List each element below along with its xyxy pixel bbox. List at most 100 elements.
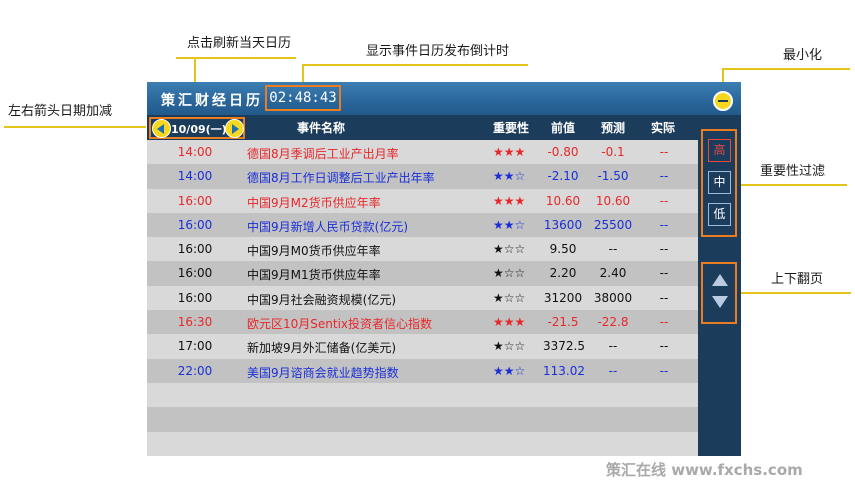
annotation-minimize: 最小化	[783, 48, 823, 63]
arrow-left-icon	[157, 124, 164, 134]
event-actual: --	[659, 315, 669, 330]
event-previous: 2.20	[549, 266, 577, 281]
annotation-click-refresh: 点击刷新当天日历	[187, 36, 292, 51]
event-actual: --	[659, 242, 669, 257]
table-header: 10/09(一) 事件名称 重要性 前值 预测 实际	[147, 115, 698, 139]
column-header-forecast: 预测	[601, 121, 626, 135]
event-name: 新加坡9月外汇储备(亿美元)	[247, 341, 396, 356]
callout-line	[302, 64, 304, 84]
callout-line	[741, 292, 851, 294]
event-forecast: --	[608, 339, 618, 354]
event-forecast: 38000	[593, 290, 633, 305]
arrow-right-icon	[232, 124, 239, 134]
event-forecast: 10.60	[595, 193, 631, 208]
table-row: 16:00 中国9月M2货币供应年率 ★★★ 10.60 10.60 --	[147, 188, 698, 213]
prev-day-button[interactable]	[152, 119, 171, 138]
event-name: 德国8月季调后工业产出月率	[247, 147, 399, 161]
page-up-button[interactable]	[712, 274, 728, 286]
annotation-page-turn: 上下翻页	[771, 272, 824, 287]
event-name: 欧元区10月Sentix投资者信心指数	[247, 317, 433, 332]
event-list: 14:00 德国8月季调后工业产出月率 ★★★ -0.80 -0.1 -- 14:00 德国8…	[147, 140, 698, 456]
table-row	[147, 431, 698, 456]
column-header-importance: 重要性	[493, 121, 530, 135]
event-importance: ★☆☆	[493, 290, 526, 305]
filter-low-button[interactable]: 低	[708, 203, 731, 226]
event-importance: ★☆☆	[493, 339, 526, 354]
event-previous: -21.5	[547, 315, 579, 330]
next-day-button[interactable]	[225, 119, 244, 138]
event-actual: --	[659, 363, 669, 378]
table-row: 22:00 美国9月谘商会就业趋势指数 ★★☆ 113.02 -- --	[147, 358, 698, 383]
filter-medium-button[interactable]: 中	[708, 171, 731, 194]
event-forecast: 2.40	[599, 266, 627, 281]
event-importance: ★☆☆	[493, 242, 526, 257]
event-name: 中国9月新增人民币贷款(亿元)	[247, 219, 408, 234]
event-name: 中国9月M2货币供应年率	[247, 195, 381, 210]
filter-high-button[interactable]: 高	[708, 139, 731, 162]
countdown-timer: 02:48:43	[265, 85, 341, 111]
sidebar: 高 中 低	[698, 115, 741, 456]
event-importance: ★★☆	[493, 169, 526, 184]
annotation-importance-filter: 重要性过滤	[760, 164, 826, 179]
event-previous: 10.60	[545, 193, 581, 208]
annotation-countdown: 显示事件日历发布倒计时	[366, 44, 510, 59]
event-importance: ★★★	[493, 315, 526, 330]
event-time: 22:00	[177, 363, 213, 378]
event-actual: --	[659, 145, 669, 159]
page-down-button[interactable]	[712, 296, 728, 308]
event-actual: --	[659, 339, 669, 354]
table-row	[147, 407, 698, 432]
event-importance: ★★★	[493, 193, 526, 208]
event-name: 美国9月谘商会就业趋势指数	[247, 365, 399, 380]
callout-line	[4, 126, 146, 128]
table-row: 16:00 中国9月M0货币供应年率 ★☆☆ 9.50 -- --	[147, 237, 698, 262]
event-time: 14:00	[177, 145, 213, 159]
table-row: 14:00 德国8月工作日调整后工业产出年率 ★★☆ -2.10 -1.50 --	[147, 164, 698, 189]
event-forecast: -22.8	[597, 315, 629, 330]
event-time: 16:30	[177, 315, 213, 330]
event-time: 16:00	[177, 193, 213, 208]
event-previous: 13600	[543, 217, 583, 232]
table-row: 16:30 欧元区10月Sentix投资者信心指数 ★★★ -21.5 -22.8 --	[147, 310, 698, 335]
event-importance: ★★☆	[493, 363, 526, 378]
event-time: 17:00	[177, 339, 213, 354]
table-row: 14:00 德国8月季调后工业产出月率 ★★★ -0.80 -0.1 --	[147, 140, 698, 165]
event-previous: -0.80	[547, 145, 579, 159]
event-name: 中国9月社会融资规模(亿元)	[247, 292, 396, 307]
event-actual: --	[659, 169, 669, 184]
minimize-button[interactable]	[713, 91, 733, 111]
event-actual: --	[659, 266, 669, 281]
date-navigator: 10/09(一)	[149, 117, 245, 139]
callout-line	[722, 68, 850, 70]
event-forecast: 25500	[593, 217, 633, 232]
importance-filter: 高 中 低	[701, 129, 737, 237]
event-importance: ★★★	[493, 145, 526, 159]
event-time: 16:00	[177, 266, 213, 281]
column-header-name: 事件名称	[297, 121, 346, 135]
minus-icon	[718, 100, 728, 102]
watermark: 策汇在线 www.fxchs.com	[606, 461, 803, 479]
event-forecast: -0.1	[601, 145, 625, 159]
event-name: 中国9月M1货币供应年率	[247, 268, 381, 283]
table-row	[147, 382, 698, 408]
event-forecast: --	[608, 363, 618, 378]
page-navigator	[701, 262, 737, 324]
annotation-arrows: 左右箭头日期加减	[8, 104, 113, 119]
event-name: 中国9月M0货币供应年率	[247, 244, 381, 259]
callout-line	[741, 184, 847, 186]
event-actual: --	[659, 193, 669, 208]
event-previous: 31200	[543, 290, 583, 305]
table-row: 17:00 新加坡9月外汇储备(亿美元) ★☆☆ 3372.5 -- --	[147, 334, 698, 359]
event-previous: 113.02	[543, 363, 585, 378]
event-previous: 3372.5	[543, 339, 585, 354]
event-name: 德国8月工作日调整后工业产出年率	[247, 171, 435, 186]
event-actual: --	[659, 217, 669, 232]
table-row: 16:00 中国9月社会融资规模(亿元) ★☆☆ 31200 38000 --	[147, 285, 698, 311]
event-time: 16:00	[177, 242, 213, 257]
table-row: 16:00 中国9月M1货币供应年率 ★☆☆ 2.20 2.40 --	[147, 261, 698, 286]
event-previous: -2.10	[547, 169, 579, 184]
event-forecast: --	[608, 242, 618, 257]
callout-line	[302, 64, 528, 66]
column-header-previous: 前值	[551, 121, 576, 135]
current-date[interactable]: 10/09(一)	[171, 121, 227, 137]
